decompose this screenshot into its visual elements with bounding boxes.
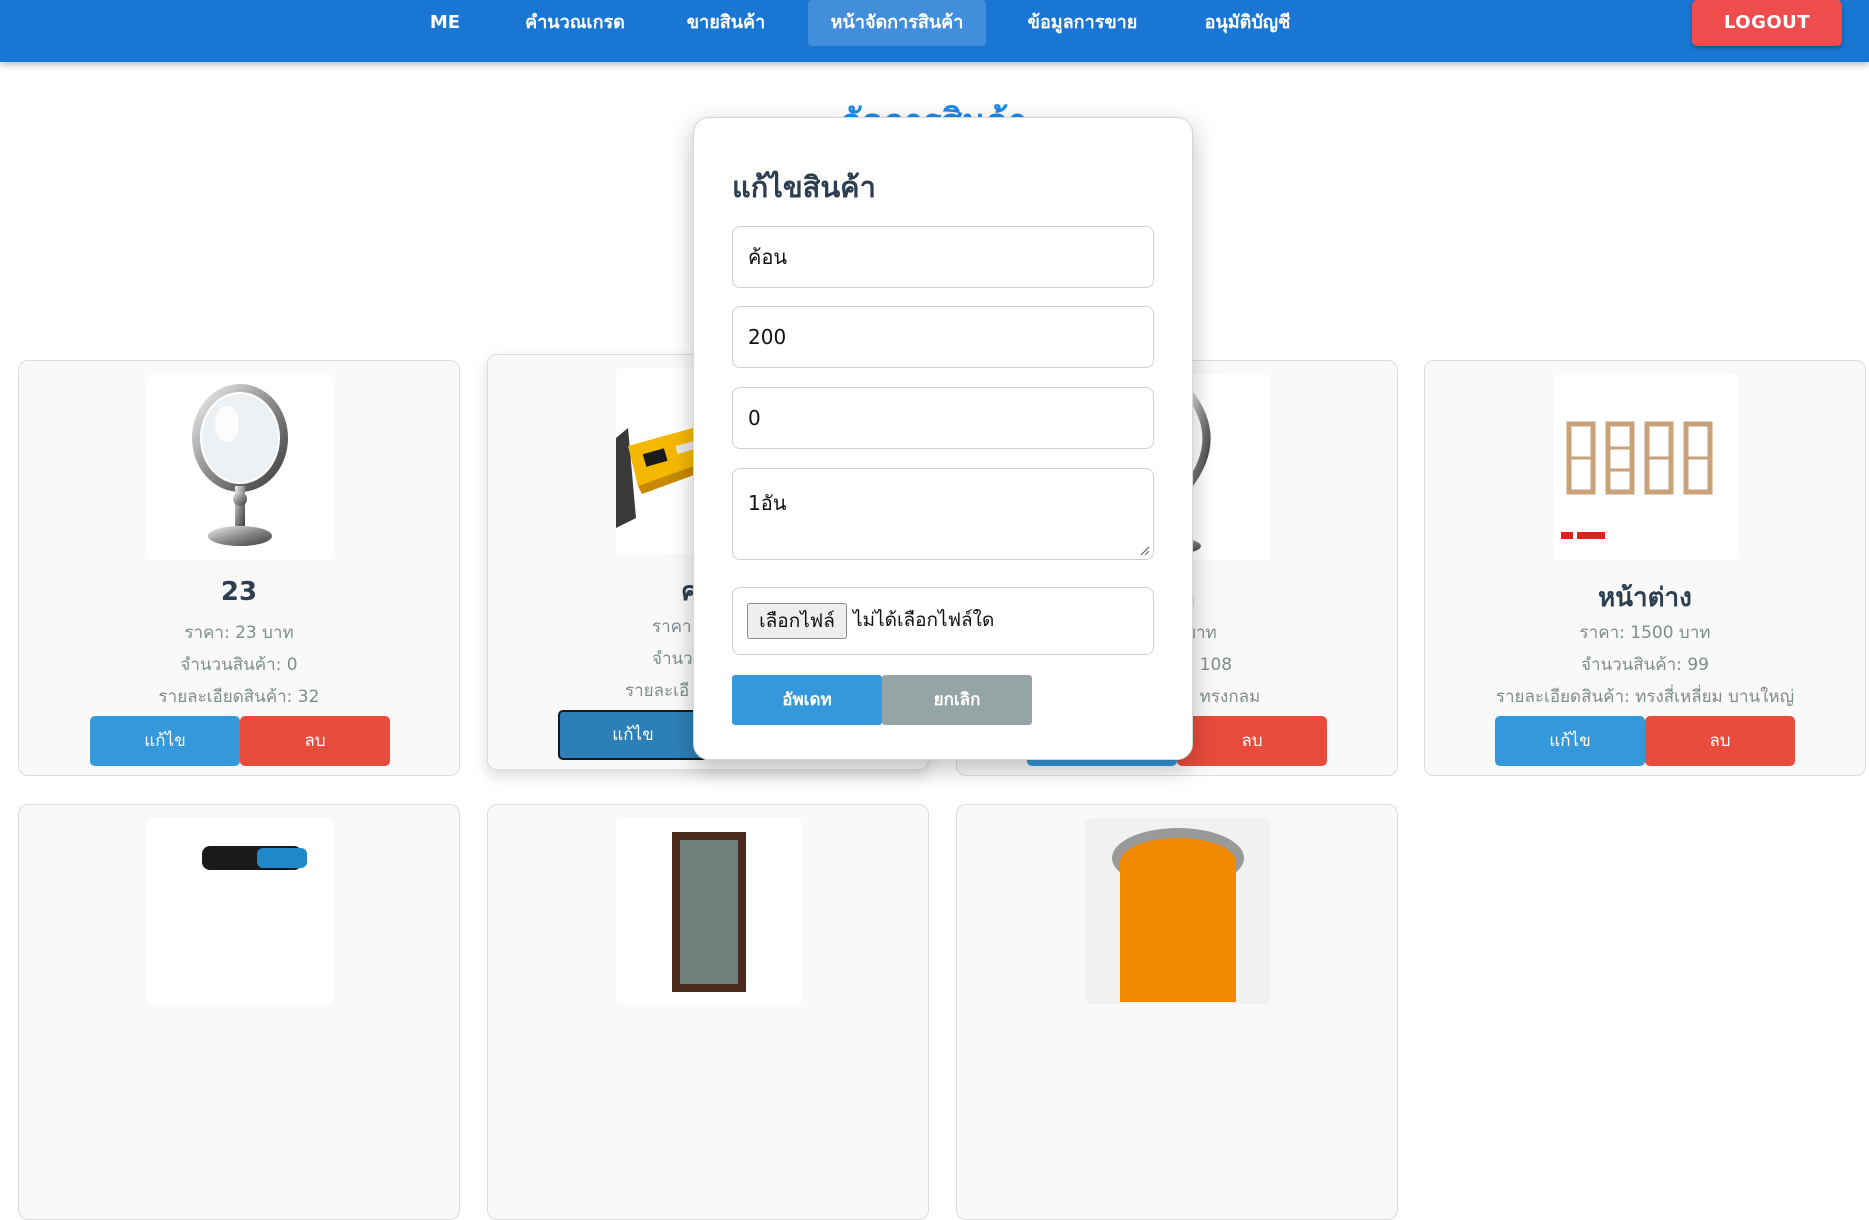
product-price: ราคา: 1500 บาท bbox=[1579, 623, 1711, 643]
top-navbar: ME คำนวณเกรด ขายสินค้า หน้าจัดการสินค้า … bbox=[0, 0, 1869, 62]
product-price: ราคา: 23 บาท bbox=[184, 623, 294, 643]
product-detail-text: 1อัน bbox=[748, 491, 787, 515]
delete-button[interactable]: ลบ bbox=[240, 716, 390, 766]
mirror-image bbox=[147, 374, 333, 560]
image-file-input: เลือกไฟล์ ไม่ได้เลือกไฟล์ใด bbox=[732, 587, 1154, 655]
product-quantity: จำนวนสินค้า: 99 bbox=[1581, 655, 1709, 675]
nav-item-approve-accounts[interactable]: อนุมัติบัญชี bbox=[1180, 0, 1315, 46]
edit-button[interactable]: แก้ไข bbox=[1495, 716, 1645, 766]
nav-item-me[interactable]: ME bbox=[410, 0, 480, 46]
nav-item-manage-products[interactable]: หน้าจัดการสินค้า bbox=[808, 0, 986, 46]
product-card: หน้าต่าง ราคา: 1500 บาท จำนวนสินค้า: 99 … bbox=[1424, 360, 1866, 776]
choose-file-button[interactable]: เลือกไฟล์ bbox=[747, 603, 847, 639]
delete-button[interactable]: ลบ bbox=[1645, 716, 1795, 766]
product-name: 23 bbox=[220, 577, 258, 607]
edit-button[interactable]: แก้ไข bbox=[90, 716, 240, 766]
picture-frame-image bbox=[616, 818, 802, 1004]
product-detail-textarea[interactable]: 1อัน bbox=[732, 468, 1154, 560]
modal-title: แก้ไขสินค้า bbox=[732, 170, 876, 204]
update-button[interactable]: อัพเดท bbox=[732, 675, 882, 725]
nav-item-sell-products[interactable]: ขายสินค้า bbox=[667, 0, 785, 46]
nav-item-sales-data[interactable]: ข้อมูลการขาย bbox=[1010, 0, 1155, 46]
resize-grip-icon[interactable] bbox=[1139, 545, 1149, 555]
product-detail: รายละเอียดสินค้า: ทรงสี่เหลี่ยม บานใหญ่ bbox=[1495, 687, 1795, 707]
power-tool-image bbox=[147, 818, 333, 1004]
product-quantity: จำนวนสินค้า: 0 bbox=[180, 655, 298, 675]
paint-can-image bbox=[1085, 818, 1271, 1004]
cancel-button[interactable]: ยกเลิก bbox=[882, 675, 1032, 725]
product-card bbox=[487, 804, 929, 1220]
window-frame-image bbox=[1553, 374, 1739, 560]
product-detail: รายละเอียดสินค้า: 32 bbox=[158, 687, 320, 707]
product-card: 23 ราคา: 23 บาท จำนวนสินค้า: 0 รายละเอีย… bbox=[18, 360, 460, 776]
product-card bbox=[18, 804, 460, 1220]
nav-item-grade-calculator[interactable]: คำนวณเกรด bbox=[505, 0, 645, 46]
logout-button[interactable]: LOGOUT bbox=[1692, 0, 1842, 46]
edit-button[interactable]: แก้ไข bbox=[558, 710, 708, 760]
product-name: หน้าต่าง bbox=[1598, 583, 1692, 613]
product-card bbox=[956, 804, 1398, 1220]
file-status-text: ไม่ได้เลือกไฟล์ใด bbox=[853, 609, 995, 631]
product-quantity-input[interactable] bbox=[732, 387, 1154, 449]
product-name-input[interactable] bbox=[732, 226, 1154, 288]
edit-product-modal: แก้ไขสินค้า 1อัน เลือกไฟล์ ไม่ได้เลือกไฟ… bbox=[693, 117, 1193, 760]
product-price-input[interactable] bbox=[732, 306, 1154, 368]
delete-button[interactable]: ลบ bbox=[1177, 716, 1327, 766]
